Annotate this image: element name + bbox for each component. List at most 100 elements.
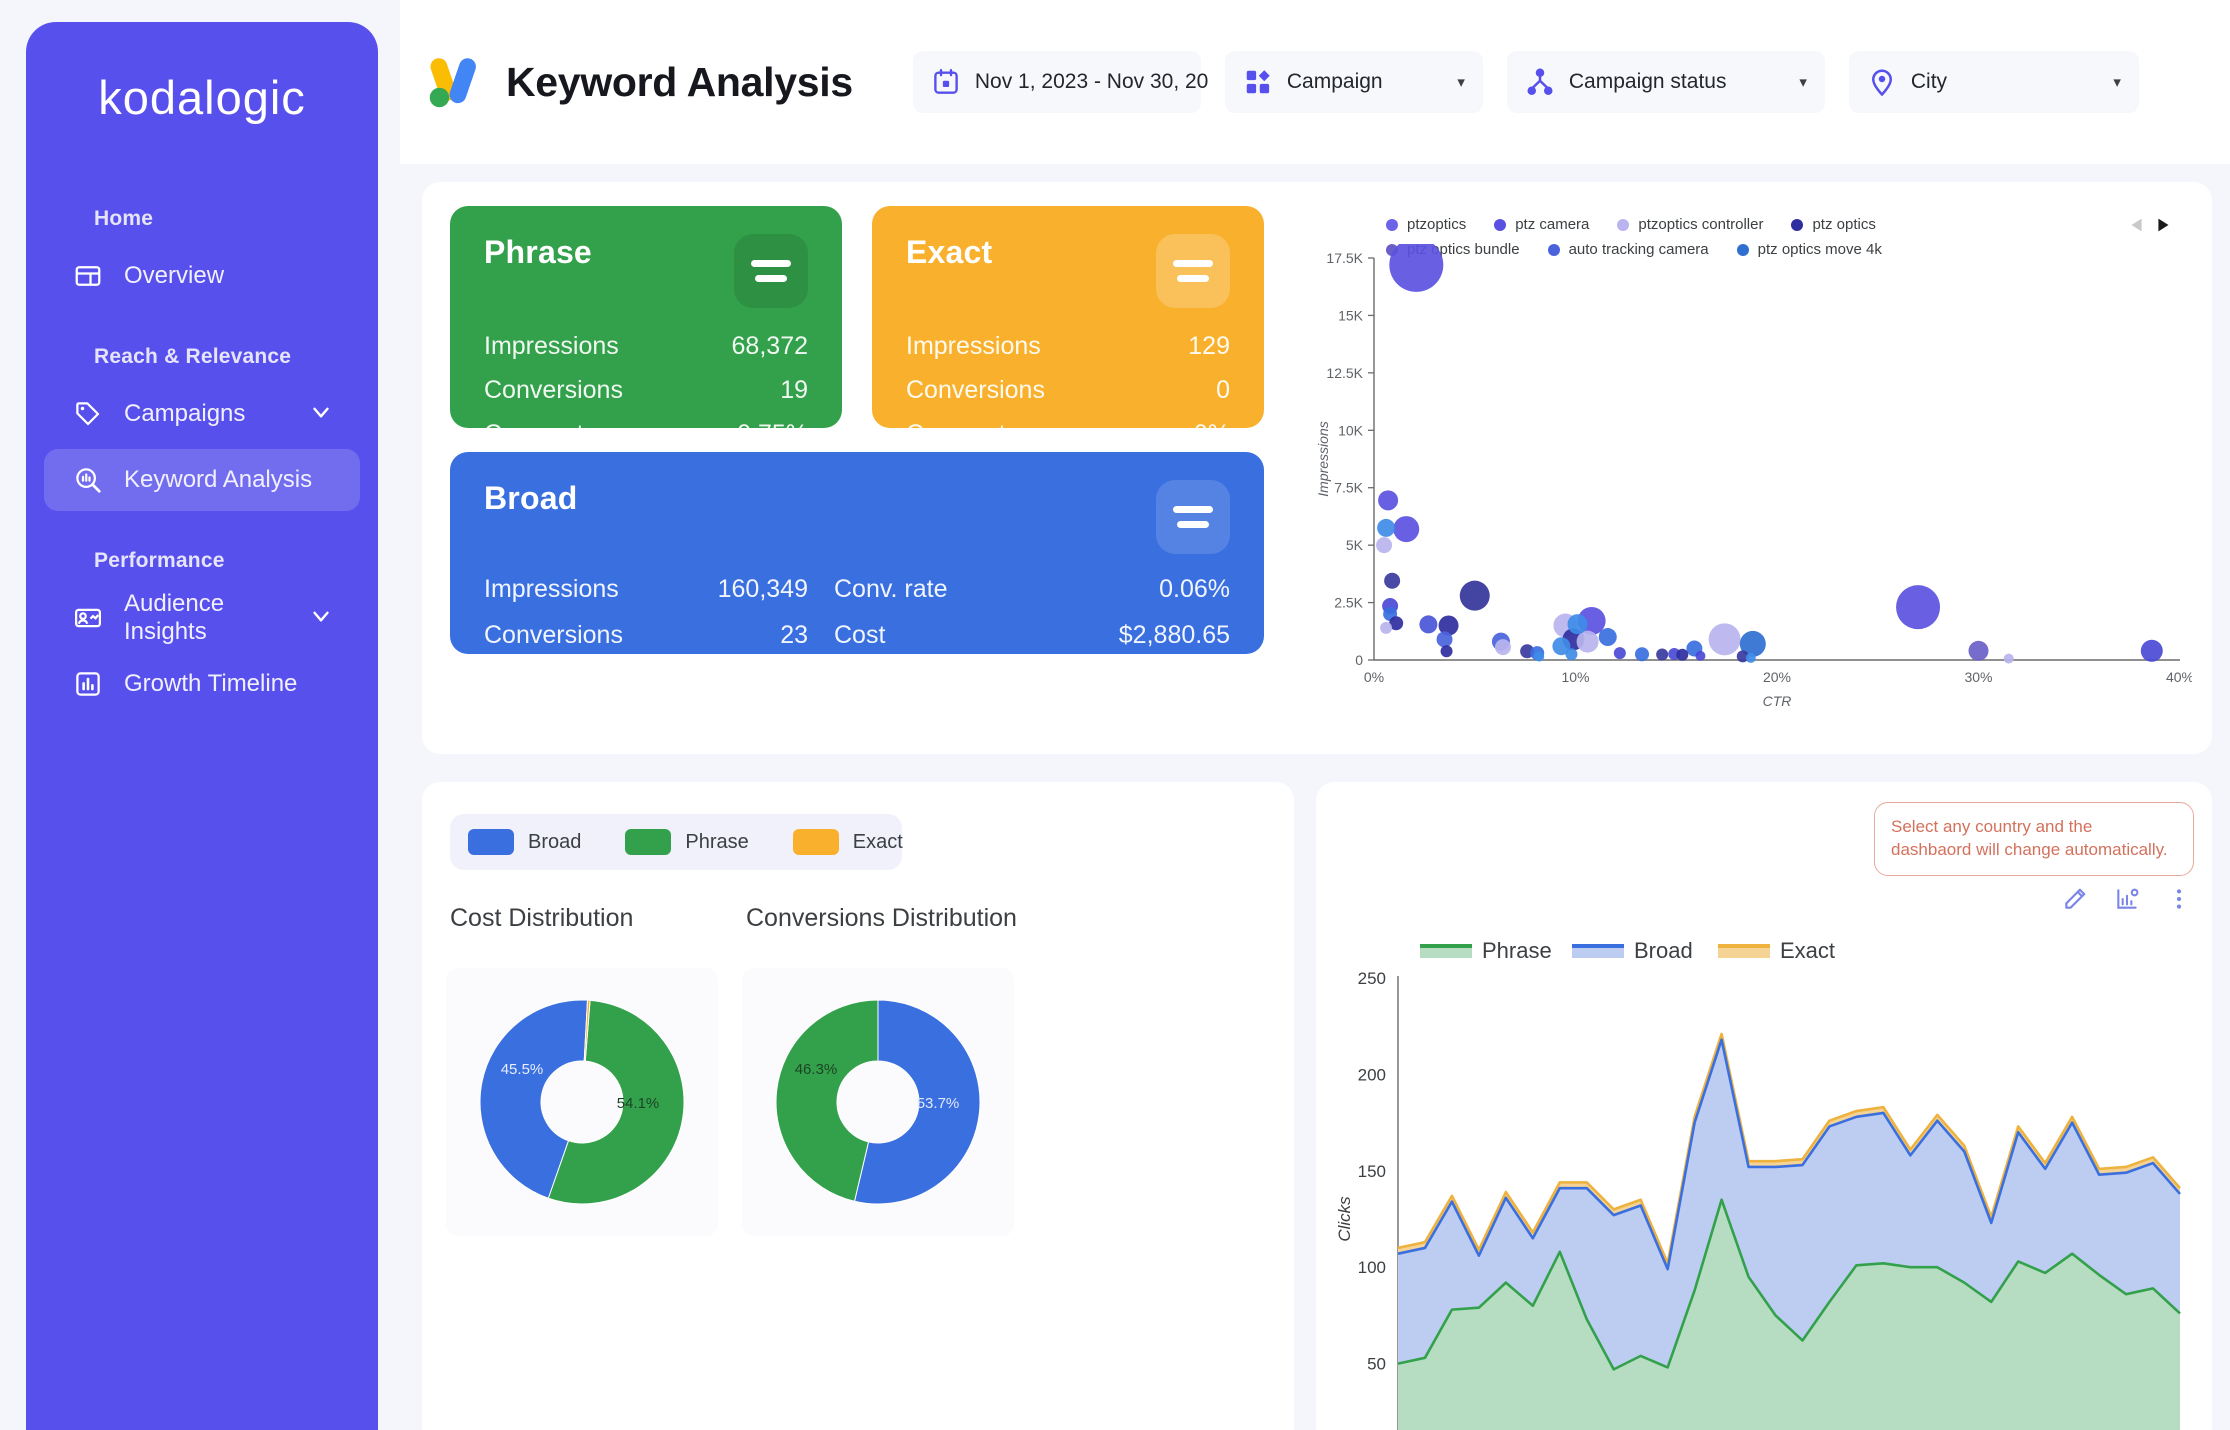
kpi-label: Impressions [484,575,619,603]
legend-item: ptzoptics controller [1617,216,1763,233]
edit-pencil-icon[interactable] [2062,886,2088,912]
svg-text:150: 150 [1358,1162,1386,1181]
bubble-chart-plot[interactable]: 0 2.5K 5K 7.5K 10K 12.5K 15K 17.5K 0% 10% 20% 30% 40… [1302,244,2192,734]
svg-text:54.1%: 54.1% [617,1095,660,1112]
chevron-down-icon[interactable] [308,399,334,430]
svg-text:CTR: CTR [1763,693,1792,709]
next-page-icon[interactable] [2152,214,2174,241]
sidebar-item-label: Keyword Analysis [124,466,313,493]
country-hint-note: Select any country and the dashbaord wil… [1874,802,2194,876]
main-content: Phrase Impressions 68,372 Conversions 19 C… [400,164,2230,1430]
legend-swatch [792,829,839,855]
sidebar-item-keyword-analysis[interactable]: Keyword Analysis [44,449,360,511]
match-type-badge-icon [1156,234,1230,308]
kpi-label: Conversions [484,621,623,649]
location-pin-icon [1867,67,1897,97]
chevron-down-icon[interactable] [308,603,334,634]
svg-text:7.5K: 7.5K [1334,480,1363,496]
svg-text:30%: 30% [1964,669,1992,685]
conversions-distribution-title: Conversions Distribution [746,904,1017,932]
legend-swatch [1494,218,1507,231]
sidebar-item-overview[interactable]: Overview [44,245,360,307]
campaign-value: Campaign [1286,70,1383,93]
campaign-status-filter[interactable]: Campaign status ▾ [1506,51,1825,113]
date-range-filter[interactable]: Nov 1, 2023 - Nov 30, 20 ▾ [912,51,1242,113]
kpi-value: 0 [1216,376,1230,404]
cost-distribution-donut[interactable]: 54.1% 45.5% [446,968,718,1236]
kpi-row: Impressions 129 [906,324,1230,368]
sidebar-item-campaigns[interactable]: Campaigns [44,383,360,445]
chart-settings-icon[interactable] [2114,886,2140,912]
legend-label: Broad [528,830,582,853]
sidebar-group-home: Home [94,207,154,230]
kpi-card-phrase[interactable]: Phrase Impressions 68,372 Conversions 19 C… [450,206,842,492]
sidebar-group-performance: Performance [94,549,225,572]
legend-item: Exact [792,829,903,855]
svg-text:46.3%: 46.3% [795,1061,838,1078]
city-filter[interactable]: City ▾ [1848,51,2139,113]
more-options-icon[interactable] [2166,886,2192,912]
kpi-value: $2,880.65 [1118,621,1230,649]
legend-item: Phrase [625,829,749,855]
svg-text:12.5K: 12.5K [1326,365,1363,381]
campaign-filter[interactable]: Campaign ▾ [1224,51,1483,113]
sidebar-item-audience-insights[interactable]: Audience Insights [44,587,360,649]
svg-text:0: 0 [1355,652,1363,668]
sidebar-item-label: Overview [124,262,225,289]
legend-label: ptzoptics controller [1638,216,1764,233]
kpi-value: 0% [1193,420,1230,448]
legend-item: ptz camera [1494,216,1589,233]
kpi-value: 0.06% [1159,575,1230,603]
calendar-icon [931,67,961,97]
kpi-label: Conversions [484,376,623,404]
clicks-area-chart[interactable]: PhraseBroadExact050100150200250ClicksNov… [1320,924,2206,1430]
legend-label: Exact [852,830,903,853]
dashboard-root: kodalogic Home Overview Reach & Relevanc… [0,0,2230,1430]
bar-chart-icon [72,668,104,700]
kpi-value: 0.75% [737,420,808,448]
svg-text:250: 250 [1358,969,1386,988]
svg-text:10K: 10K [1338,422,1364,438]
legend-swatch [1791,218,1804,231]
kpi-row: Conversions 19 [484,368,808,412]
conversions-distribution-donut[interactable]: 53.7% 46.3% [742,968,1014,1236]
svg-text:200: 200 [1358,1065,1386,1084]
chevron-down-icon[interactable]: ▾ [1445,73,1465,91]
sidebar: kodalogic Home Overview Reach & Relevanc… [26,22,378,1430]
kpi-label: Impressions [906,332,1041,360]
prev-page-icon[interactable] [2126,214,2148,241]
sidebar-item-growth-timeline[interactable]: Growth Timeline [44,653,360,715]
legend-swatch [625,829,672,855]
city-value: City [1910,70,1948,93]
legend-swatch [1617,218,1630,231]
kpi-row: Impressions 68,372 [484,324,808,368]
svg-text:50: 50 [1367,1355,1386,1374]
match-type-badge-icon [1156,480,1230,554]
sidebar-item-label: Campaigns [124,400,246,427]
kpi-row: Conv. rate 0.75% [484,412,808,456]
audience-icon [72,602,104,634]
kpi-row: Conversions 0 [906,368,1230,412]
kpi-card-broad[interactable]: Broad Impressions 160,349 Conv. rate 0.0… [450,452,1264,654]
legend-item: Broad [468,829,581,855]
kpi-label: Conv. rate [834,575,948,603]
chevron-down-icon[interactable]: ▾ [2101,73,2121,91]
kpi-label: Impressions [484,332,619,360]
svg-text:5K: 5K [1346,537,1364,553]
svg-text:Broad: Broad [1634,938,1693,963]
hierarchy-icon [1525,67,1555,97]
chevron-down-icon[interactable]: ▾ [1787,73,1807,91]
legend-label: ptz optics [1812,216,1876,233]
svg-text:45.5%: 45.5% [501,1061,544,1078]
kpi-label: Cost [834,621,886,649]
svg-text:15K: 15K [1338,307,1364,323]
svg-text:Phrase: Phrase [1482,938,1552,963]
kpi-title: Phrase [484,234,592,270]
kpi-card-exact[interactable]: Exact Impressions 129 Conversions 0 Conv. … [872,206,1264,492]
kpi-value: 160,349 [717,575,808,603]
date-range-value: Nov 1, 2023 - Nov 30, 20 [974,70,1209,93]
kpi-value: 23 [780,621,808,649]
kpi-value: 68,372 [731,332,808,360]
google-ads-logo [422,51,484,113]
clicks-timeline-panel: Select any country and the dashbaord wil… [1316,782,2212,1430]
